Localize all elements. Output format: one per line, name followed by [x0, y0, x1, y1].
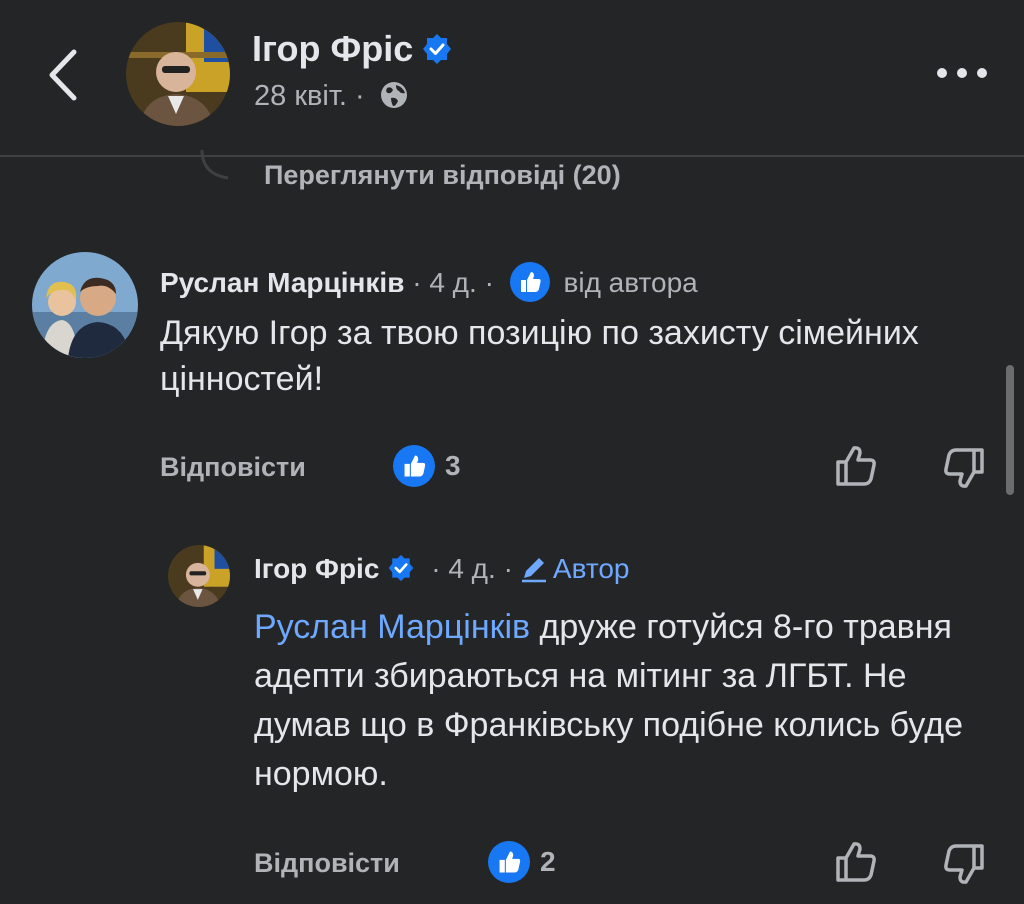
like-reaction-icon: [509, 262, 550, 302]
reaction-summary[interactable]: 2: [488, 841, 556, 883]
back-button[interactable]: [38, 40, 88, 110]
comment-header: Руслан Марцінків · 4 д. · від автора: [160, 262, 698, 302]
globe-icon: [379, 80, 409, 110]
reply-header: Ігор Фріс · 4 д. · Автор: [254, 553, 629, 585]
more-options-button[interactable]: [934, 60, 990, 86]
comment-avatar[interactable]: [32, 252, 138, 358]
author-liked-badge: від автора: [563, 267, 698, 298]
thread-connector: [196, 149, 236, 186]
thumbs-up-icon: [836, 842, 876, 882]
reply-button[interactable]: Відповісти: [254, 848, 400, 879]
meta-separator: ·: [355, 80, 365, 112]
view-replies-link[interactable]: Переглянути відповіді (20): [264, 160, 621, 191]
like-button[interactable]: [834, 838, 880, 884]
author-badge: Автор: [552, 553, 630, 584]
reaction-count: 2: [540, 846, 556, 877]
meta-separator: ·: [484, 267, 494, 298]
reply-button[interactable]: Відповісти: [160, 452, 306, 483]
comment-time[interactable]: 4 д.: [429, 267, 476, 298]
post-meta: 28 квіт. ·: [254, 80, 409, 113]
post-header: Ігор Фріс 28 квіт. ·: [0, 0, 1024, 155]
dislike-button[interactable]: [940, 446, 986, 492]
reply-author-name[interactable]: Ігор Фріс: [254, 553, 379, 584]
meta-separator: ·: [431, 553, 441, 584]
verified-badge-icon: [387, 554, 415, 582]
reply-avatar[interactable]: [168, 545, 230, 607]
thumbs-down-icon: [944, 448, 984, 488]
reply-text: Руслан Марцінків друже готуйся 8-го трав…: [254, 603, 974, 799]
comment-text: Дякую Ігор за твою позицію по захисту сі…: [160, 314, 919, 398]
comment-author-name[interactable]: Руслан Марцінків: [160, 267, 404, 298]
reaction-count: 3: [445, 450, 461, 481]
meta-separator: ·: [412, 267, 422, 298]
more-options-icon: [937, 68, 987, 78]
thumbs-down-icon: [944, 844, 984, 884]
dislike-button[interactable]: [940, 842, 986, 888]
user-mention[interactable]: Руслан Марцінків: [254, 608, 530, 646]
author-name-text[interactable]: Ігор Фріс: [252, 28, 413, 69]
post-date: 28 квіт.: [254, 80, 347, 112]
verified-badge-icon: [421, 32, 453, 64]
post-author-avatar[interactable]: [126, 22, 230, 126]
like-reaction-icon: [393, 445, 435, 487]
scrollbar[interactable]: [1006, 365, 1014, 495]
thumbs-up-icon: [836, 446, 876, 486]
reply-time[interactable]: 4 д.: [448, 553, 495, 584]
header-divider: [0, 155, 1024, 157]
reaction-summary[interactable]: 3: [393, 445, 461, 487]
like-button[interactable]: [834, 442, 880, 488]
pencil-icon: [519, 553, 549, 583]
meta-separator: ·: [503, 553, 513, 584]
like-reaction-icon: [488, 841, 530, 883]
back-chevron-icon: [49, 49, 77, 101]
post-author-name[interactable]: Ігор Фріс: [252, 28, 453, 70]
